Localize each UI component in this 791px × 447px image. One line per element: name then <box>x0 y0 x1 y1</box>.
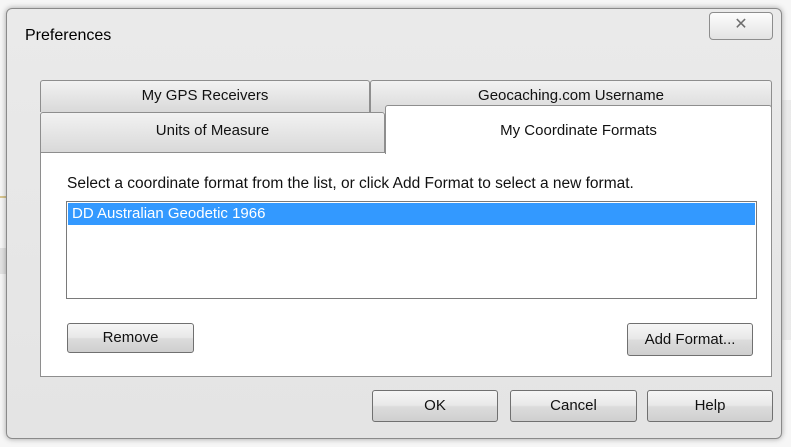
tab-my-coordinate-formats[interactable]: My Coordinate Formats <box>385 105 772 154</box>
list-item[interactable]: DD Australian Geodetic 1966 <box>68 203 755 225</box>
tab-units-of-measure[interactable]: Units of Measure <box>40 112 385 152</box>
preferences-dialog: Preferences ✕ My GPS Receivers Geocachin… <box>6 8 782 439</box>
add-format-button[interactable]: Add Format... <box>627 323 753 356</box>
close-icon: ✕ <box>734 16 748 33</box>
tab-my-gps-receivers[interactable]: My GPS Receivers <box>40 80 370 112</box>
instruction-text: Select a coordinate format from the list… <box>67 175 634 192</box>
ok-button[interactable]: OK <box>372 390 498 422</box>
cancel-button[interactable]: Cancel <box>510 390 637 422</box>
remove-button[interactable]: Remove <box>67 323 194 353</box>
coordinate-formats-panel: Select a coordinate format from the list… <box>40 152 772 377</box>
coordinate-format-list[interactable]: DD Australian Geodetic 1966 <box>66 201 757 299</box>
help-button[interactable]: Help <box>647 390 773 422</box>
dialog-title: Preferences <box>25 27 112 44</box>
close-button[interactable]: ✕ <box>709 12 773 40</box>
